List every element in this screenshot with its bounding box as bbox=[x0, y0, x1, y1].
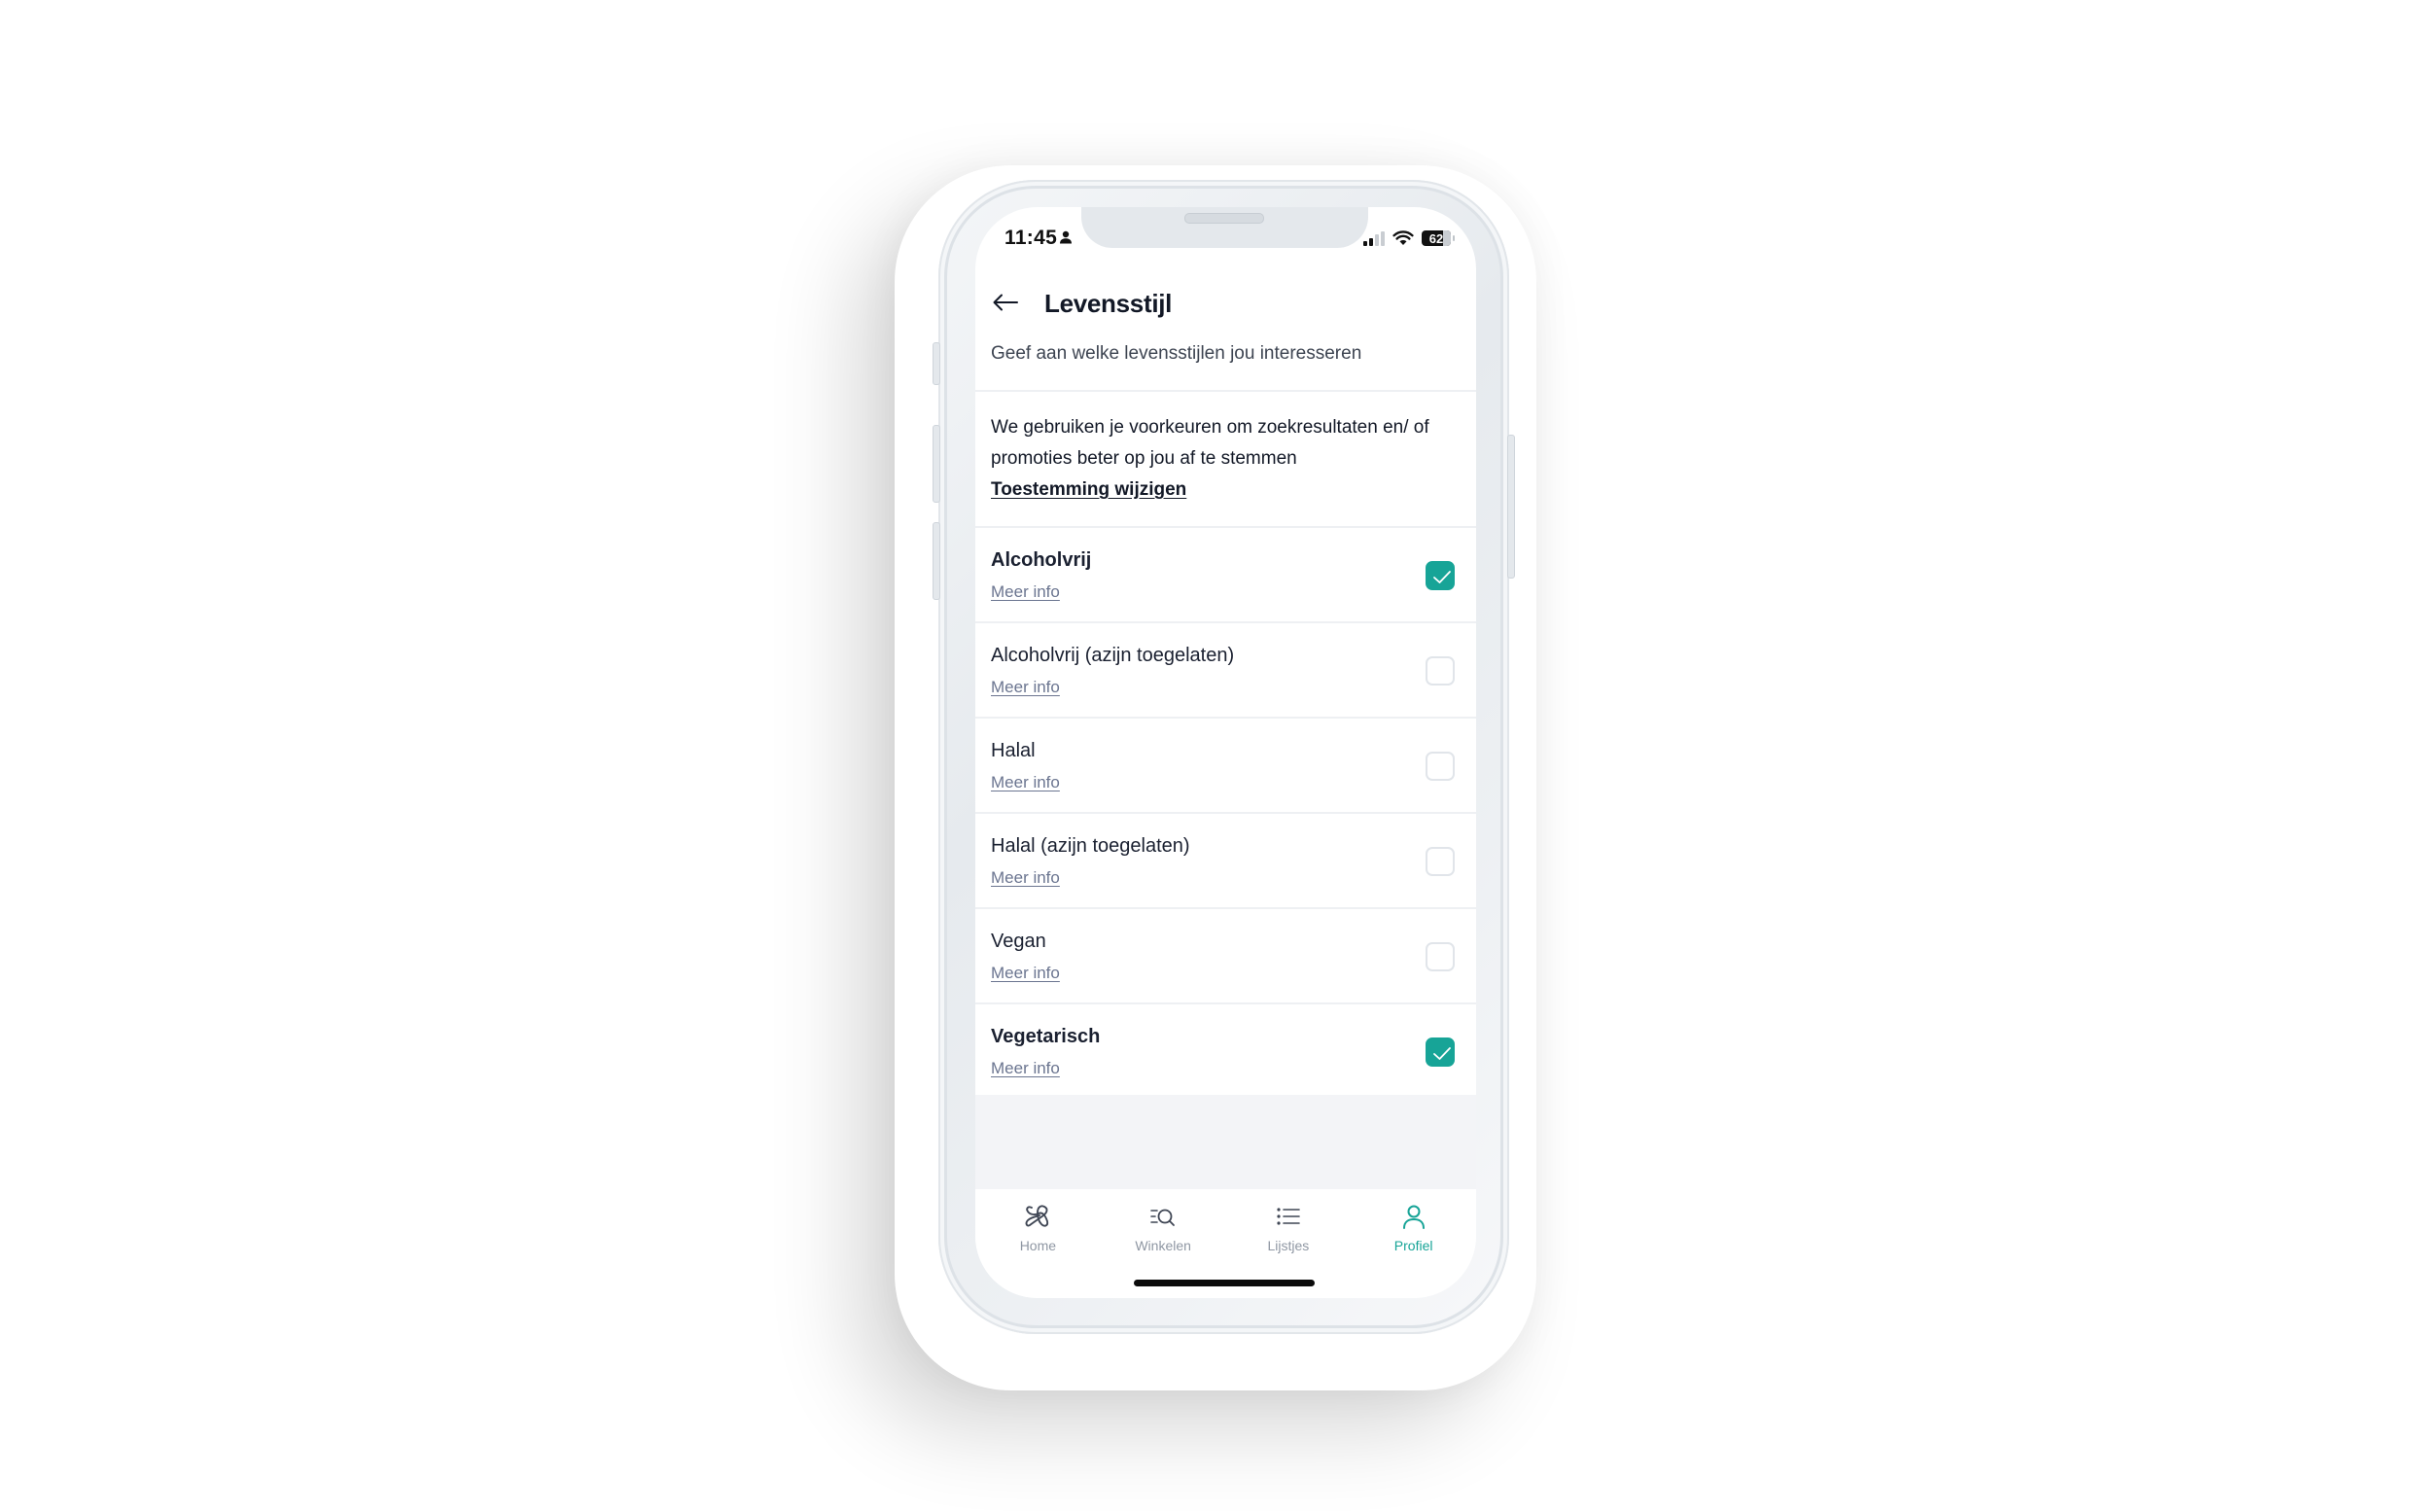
person-icon bbox=[1060, 230, 1072, 244]
lifestyle-checkbox[interactable] bbox=[1426, 561, 1455, 590]
signal-bar bbox=[1363, 241, 1367, 246]
speaker-grille bbox=[1184, 213, 1264, 224]
nav-item-home[interactable]: Home bbox=[975, 1189, 1101, 1298]
volume-up-button bbox=[933, 425, 940, 503]
more-info-link[interactable]: Meer info bbox=[991, 964, 1060, 983]
nav-item-profiel[interactable]: Profiel bbox=[1351, 1189, 1476, 1298]
lifestyle-label: Alcoholvrij (azijn toegelaten) bbox=[991, 645, 1235, 666]
more-info-link[interactable]: Meer info bbox=[991, 1059, 1060, 1078]
more-info-link[interactable]: Meer info bbox=[991, 868, 1060, 888]
signal-bar bbox=[1369, 237, 1373, 246]
lifestyle-row[interactable]: Halal Meer info bbox=[975, 719, 1476, 813]
signal-icon bbox=[1363, 230, 1385, 246]
lifestyle-label: Halal (azijn toegelaten) bbox=[991, 835, 1190, 857]
power-button bbox=[1507, 435, 1515, 579]
lifestyle-label: Alcoholvrij bbox=[991, 549, 1092, 571]
status-time: 11:45 bbox=[1004, 227, 1058, 249]
divider bbox=[975, 390, 1476, 392]
checkmark-icon bbox=[1433, 571, 1451, 583]
app-screen: 11:45 62 Levensstijl Geef aan welke leve… bbox=[975, 207, 1476, 1298]
page-header: Levensstijl bbox=[975, 287, 1476, 320]
home-icon bbox=[1025, 1205, 1049, 1227]
shop-search-icon bbox=[1150, 1209, 1176, 1226]
consent-text: We gebruiken je voorkeuren om zoekresult… bbox=[991, 417, 1429, 469]
lifestyle-checkbox[interactable] bbox=[1426, 847, 1455, 876]
lifestyle-checkbox[interactable] bbox=[1426, 1037, 1455, 1067]
lifestyle-label: Halal bbox=[991, 740, 1036, 761]
lifestyle-row[interactable]: Halal (azijn toegelaten) Meer info bbox=[975, 814, 1476, 908]
lifestyle-row[interactable]: Vegetarisch Meer info bbox=[975, 1004, 1476, 1099]
more-info-link[interactable]: Meer info bbox=[991, 678, 1060, 697]
signal-bar bbox=[1381, 230, 1385, 246]
checkmark-icon bbox=[1433, 1047, 1451, 1060]
lifestyle-checkbox[interactable] bbox=[1426, 656, 1455, 686]
lifestyle-label: Vegan bbox=[991, 931, 1046, 952]
battery-level: 62 bbox=[1428, 230, 1444, 246]
battery-icon: 62 bbox=[1422, 230, 1451, 246]
more-info-link[interactable]: Meer info bbox=[991, 773, 1060, 792]
nav-label: Lijstjes bbox=[1267, 1238, 1310, 1253]
battery-tip bbox=[1453, 235, 1455, 241]
volume-down-button bbox=[933, 522, 940, 600]
lifestyle-row[interactable]: Alcoholvrij Meer info bbox=[975, 528, 1476, 622]
notch bbox=[1081, 207, 1368, 248]
lifestyle-checkbox[interactable] bbox=[1426, 942, 1455, 971]
profile-icon bbox=[1402, 1205, 1425, 1229]
lifestyle-row[interactable]: Alcoholvrij (azijn toegelaten) Meer info bbox=[975, 623, 1476, 718]
lifestyle-row[interactable]: Vegan Meer info bbox=[975, 909, 1476, 1003]
nav-label: Winkelen bbox=[1135, 1238, 1191, 1253]
page-title: Levensstijl bbox=[1044, 289, 1173, 318]
consent-info: We gebruiken je voorkeuren om zoekresult… bbox=[991, 412, 1458, 506]
nav-label: Home bbox=[1019, 1238, 1057, 1253]
signal-bar bbox=[1375, 234, 1379, 246]
empty-space bbox=[975, 1095, 1476, 1189]
change-consent-link[interactable]: Toestemming wijzigen bbox=[991, 475, 1458, 506]
status-indicators: 62 bbox=[1363, 229, 1455, 248]
lifestyle-label: Vegetarisch bbox=[991, 1026, 1101, 1047]
page-subtitle: Geef aan welke levensstijlen jou interes… bbox=[991, 343, 1362, 364]
home-indicator[interactable] bbox=[1134, 1280, 1315, 1286]
nav-label: Profiel bbox=[1393, 1238, 1433, 1253]
wifi-icon bbox=[1392, 230, 1414, 245]
silent-switch bbox=[933, 342, 940, 385]
list-icon bbox=[1277, 1208, 1300, 1225]
lifestyle-checkbox[interactable] bbox=[1426, 752, 1455, 781]
more-info-link[interactable]: Meer info bbox=[991, 582, 1060, 602]
arrow-left-icon[interactable] bbox=[992, 293, 1019, 312]
